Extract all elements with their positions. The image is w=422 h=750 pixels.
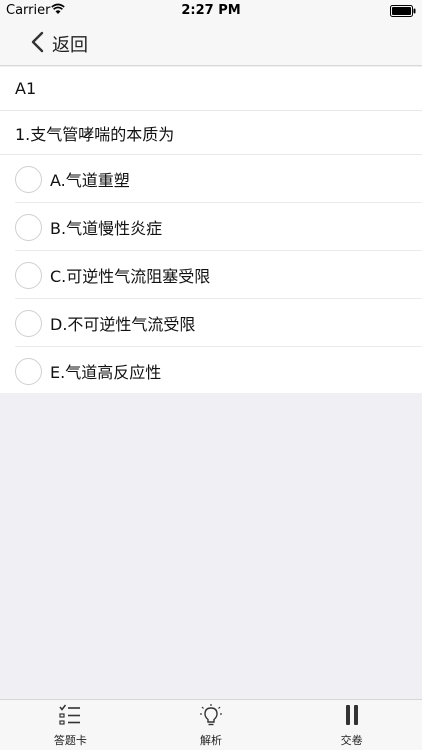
radio-button[interactable] — [15, 309, 42, 337]
tab-label: 解析 — [200, 734, 222, 747]
radio-button[interactable] — [15, 213, 42, 241]
tab-bar: 答题卡 解析 交卷 — [0, 699, 422, 750]
option-b[interactable]: B.气道慢性炎症 — [0, 203, 422, 251]
status-bar: Carrier 2:27 PM — [0, 0, 422, 22]
back-button[interactable]: 返回 — [30, 29, 88, 59]
section-label: A1 — [0, 67, 422, 111]
status-time: 2:27 PM — [181, 3, 241, 18]
option-d[interactable]: D.不可逆性气流受限 — [0, 299, 422, 347]
tab-answer-card[interactable]: 答题卡 — [0, 700, 141, 750]
tab-submit[interactable]: 交卷 — [281, 700, 422, 750]
options-list: A.气道重塑 B.气道慢性炎症 C.可逆性气流阻塞受限 D.不可逆性气流受限 E… — [0, 155, 422, 395]
option-label: B.气道慢性炎症 — [50, 219, 163, 238]
navigation-bar: 返回 — [0, 22, 422, 66]
question-text: 1.支气管哮喘的本质为 — [0, 111, 422, 155]
chevron-left-icon — [30, 31, 44, 57]
back-label: 返回 — [52, 35, 88, 56]
pause-icon — [338, 703, 366, 729]
tab-label: 交卷 — [340, 734, 363, 747]
radio-button[interactable] — [15, 357, 42, 385]
tab-analysis[interactable]: 解析 — [141, 700, 282, 750]
question-panel: A1 1.支气管哮喘的本质为 A.气道重塑 B.气道慢性炎症 C.可逆性气流阻塞… — [0, 67, 422, 393]
lightbulb-icon — [197, 703, 225, 729]
option-c[interactable]: C.可逆性气流阻塞受限 — [0, 251, 422, 299]
list-check-icon — [56, 703, 84, 729]
option-label: E.气道高反应性 — [50, 363, 162, 382]
battery-icon — [390, 5, 416, 17]
option-label: A.气道重塑 — [50, 171, 130, 190]
option-label: C.可逆性气流阻塞受限 — [50, 267, 211, 286]
tab-label: 答题卡 — [53, 734, 87, 747]
option-label: D.不可逆性气流受限 — [50, 315, 196, 334]
radio-button[interactable] — [15, 261, 42, 289]
option-a[interactable]: A.气道重塑 — [0, 155, 422, 203]
radio-button[interactable] — [15, 165, 42, 193]
option-e[interactable]: E.气道高反应性 — [0, 347, 422, 395]
